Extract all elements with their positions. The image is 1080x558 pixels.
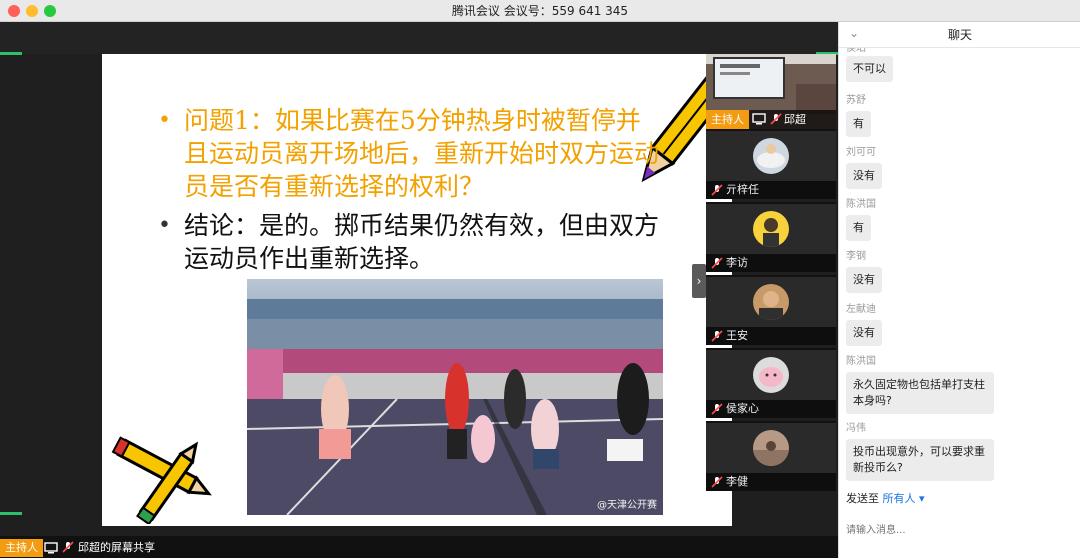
chat-message: 苏舒 有 <box>846 94 871 137</box>
chat-message: 冯伟 投币出现意外，可以要求重新投币么? <box>846 422 994 481</box>
mic-muted-icon <box>62 541 74 553</box>
host-badge: 主持人 <box>0 539 43 557</box>
host-name-tag: 主持人 邱超 <box>706 110 836 129</box>
message-sender: 刘可可 <box>846 147 876 158</box>
screen-share-icon <box>44 542 58 554</box>
participant-name: 侯家心 <box>726 402 759 415</box>
avatar <box>753 211 789 247</box>
participant-tile[interactable]: 李访 <box>706 202 836 272</box>
message-bubble: 没有 <box>846 267 882 293</box>
message-sender: 苏舒 <box>846 95 866 106</box>
bullet-dot: • <box>158 213 171 238</box>
chat-message: 左献迪 没有 <box>846 303 882 346</box>
chat-message: 陈洪国 有 <box>846 198 876 241</box>
chat-message-list[interactable]: 侯珀 不可以 苏舒 有 刘可可 没有 陈洪国 有 李钢 没有 左献迪 没有 陈洪… <box>839 48 1080 488</box>
host-badge: 主持人 <box>706 110 749 129</box>
participant-name: 王安 <box>726 329 748 342</box>
participant-tile[interactable]: 侯家心 <box>706 348 836 418</box>
tennis-court-photo: @天津公开赛 <box>247 279 663 515</box>
send-to-label: 发送至 <box>846 492 879 505</box>
message-sender: 冯伟 <box>846 423 866 434</box>
chat-panel: ⌄ 聊天 侯珀 不可以 苏舒 有 刘可可 没有 陈洪国 有 李钢 没有 左献迪 … <box>838 22 1080 558</box>
participant-tile[interactable]: 李健 <box>706 421 836 491</box>
mic-muted-icon <box>711 257 723 269</box>
bullet-dot: • <box>158 108 171 133</box>
screen-share-icon <box>752 113 766 125</box>
send-to-row: 发送至 所有人 ▾ <box>846 490 925 506</box>
conclusion-text: 结论：是的。掷币结果仍然有效，但由双方运动员作出重新选择。 <box>184 211 660 273</box>
participant-name: 李访 <box>726 256 748 269</box>
participant-name-bar: 李访 <box>706 254 836 272</box>
avatar <box>753 138 789 174</box>
chat-message-input[interactable] <box>846 515 1074 545</box>
message-bubble: 没有 <box>846 163 882 189</box>
participant-name-bar: 侯家心 <box>706 400 836 418</box>
message-bubble: 永久固定物也包括单打支柱本身吗? <box>846 372 994 414</box>
message-bubble: 有 <box>846 215 871 241</box>
participant-name-bar: 李健 <box>706 473 836 491</box>
avatar <box>753 284 789 320</box>
avatar <box>753 357 789 393</box>
avatar <box>753 430 789 466</box>
message-sender: 李钢 <box>846 251 866 262</box>
message-bubble: 投币出现意外，可以要求重新投币么? <box>846 439 994 481</box>
message-sender: 左献迪 <box>846 304 876 315</box>
share-frame-corner <box>0 512 22 515</box>
mic-muted-icon <box>711 403 723 415</box>
message-bubble: 有 <box>846 111 871 137</box>
participant-name-bar: 王安 <box>706 327 836 345</box>
chat-title: 聊天 <box>947 28 972 42</box>
message-sender: 陈洪国 <box>846 356 876 367</box>
mic-muted-icon <box>711 476 723 488</box>
stage-top-band <box>0 22 838 54</box>
collapse-participants-button[interactable]: › <box>692 264 706 298</box>
screen-share-label: 邱超的屏幕共享 <box>78 541 155 554</box>
participant-name-bar: 亓梓任 <box>706 181 836 199</box>
shared-slide: • 问题1：如果比赛在5分钟热身时被暂停并且运动员离开场地后，重新开始时双方运动… <box>102 54 732 526</box>
chat-message: 不可以 <box>846 52 893 82</box>
bottom-status-bar: 主持人 邱超的屏幕共享 <box>0 536 838 558</box>
message-bubble: 不可以 <box>846 56 893 82</box>
message-sender: 陈洪国 <box>846 199 876 210</box>
window-title: 腾讯会议 会议号：559 641 345 <box>451 4 629 18</box>
message-bubble: 没有 <box>846 320 882 346</box>
recipient-dropdown[interactable]: 所有人 ▾ <box>883 492 925 505</box>
participant-name: 李健 <box>726 475 748 488</box>
pencils-clipart <box>111 436 212 524</box>
photo-watermark: @天津公开赛 <box>597 500 657 511</box>
chat-message: 刘可可 没有 <box>846 146 882 189</box>
question-bullet: • 问题1：如果比赛在5分钟热身时被暂停并且运动员离开场地后，重新开始时双方运动… <box>158 104 664 203</box>
host-video-tile[interactable]: 主持人 邱超 <box>706 54 836 129</box>
participants-panel: 主持人 邱超 亓梓任 李访 王安 侯家心 李健 <box>706 54 836 510</box>
mic-muted-icon <box>770 113 782 125</box>
title-bar: 腾讯会议 会议号：559 641 345 <box>0 0 1080 22</box>
mic-muted-icon <box>711 330 723 342</box>
participant-name: 亓梓任 <box>726 183 759 196</box>
host-participant-name: 邱超 <box>784 113 806 126</box>
chat-message: 李钢 没有 <box>846 250 882 293</box>
share-frame-corner <box>0 52 22 55</box>
chat-header: ⌄ 聊天 <box>839 22 1080 48</box>
photo-illustration <box>247 279 663 515</box>
participant-tile[interactable]: 王安 <box>706 275 836 345</box>
mic-muted-icon <box>711 184 723 196</box>
participant-tile[interactable]: 亓梓任 <box>706 129 836 199</box>
conclusion-bullet: • 结论：是的。掷币结果仍然有效，但由双方运动员作出重新选择。 <box>158 209 664 275</box>
chat-message: 陈洪国 永久固定物也包括单打支柱本身吗? <box>846 355 994 414</box>
question-text: 问题1：如果比赛在5分钟热身时被暂停并且运动员离开场地后，重新开始时双方运动员是… <box>184 106 660 201</box>
